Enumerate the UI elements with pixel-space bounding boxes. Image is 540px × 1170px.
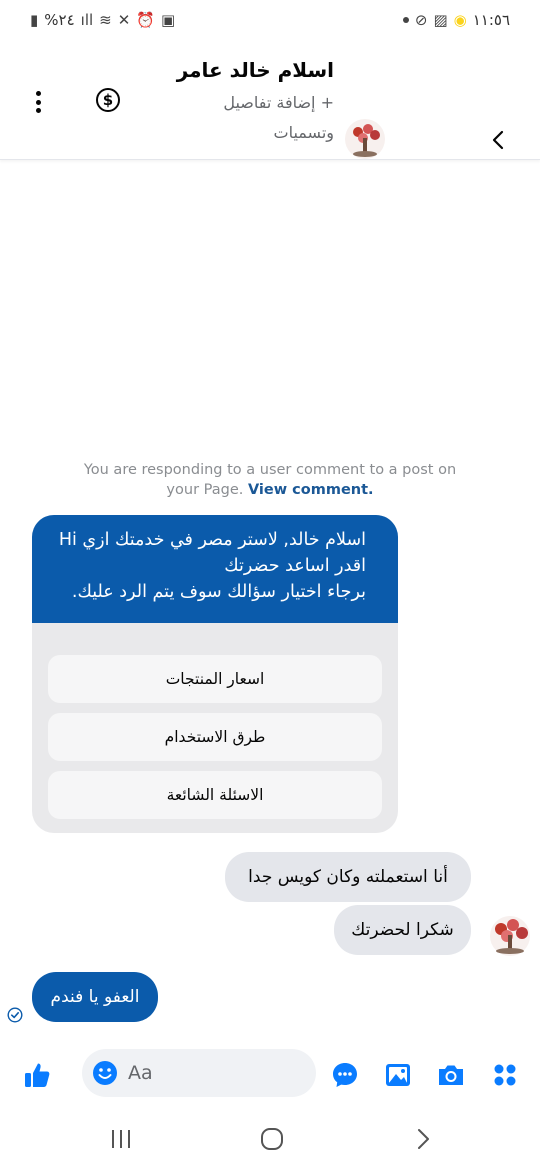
signal-icon: ıll (80, 10, 94, 29)
quick-reply-list: اسعار المنتجات طرق الاستخدام الاسئلة الش… (32, 623, 398, 819)
more-icon[interactable] (28, 88, 48, 116)
conversation-header: $ اسلام خالد عامر + إضافة تفاصيل وتسميات (0, 40, 540, 160)
view-comment-link[interactable]: View comment. (248, 482, 374, 498)
no-disturb-icon: ⊘ (414, 10, 428, 29)
wifi-icon: ≋ (99, 10, 112, 29)
alarm-icon: ⏰ (136, 10, 156, 29)
dollar-icon[interactable]: $ (96, 88, 120, 112)
contact-avatar[interactable] (344, 118, 386, 160)
incoming-message[interactable]: أنا استعملته وكان كويس جدا (225, 852, 471, 902)
message-input[interactable] (128, 1049, 308, 1097)
comment-notice: You are responding to a user comment to … (80, 460, 460, 500)
add-details-link[interactable]: + إضافة تفاصيل وتسميات (204, 88, 334, 148)
delivered-check-icon (7, 1007, 23, 1023)
status-bar-left: ▮ %٢٤ ıll ≋ ✕ ⏰ ▣ (30, 11, 175, 29)
battery-icon: ▮ (30, 10, 39, 29)
message-composer (0, 1048, 540, 1100)
mute-icon: ✕ (117, 10, 131, 29)
camera-icon[interactable] (436, 1060, 466, 1090)
status-bar: ▮ %٢٤ ıll ≋ ✕ ⏰ ▣ ⊘ ▨ ◉ ١١:٥٦ (0, 0, 540, 40)
image-notification-icon: ▨ (433, 10, 448, 29)
quick-reply-button[interactable]: اسعار المنتجات (48, 655, 382, 703)
contact-name[interactable]: اسلام خالد عامر (177, 58, 334, 82)
apps-icon[interactable] (490, 1060, 520, 1090)
chat-bubble-icon[interactable] (330, 1060, 360, 1090)
bot-message: اسلام خالد, لاستر مصر في خدمتك ازي Hi اق… (32, 515, 398, 623)
quick-reply-button[interactable]: طرق الاستخدام (48, 713, 382, 761)
battery-percent: %٢٤ (44, 11, 75, 29)
home-icon[interactable] (257, 1126, 287, 1152)
whatsapp-icon: ◉ (453, 10, 467, 29)
status-time: ١١:٥٦ (472, 11, 510, 29)
gallery-icon[interactable] (383, 1060, 413, 1090)
system-navigation-bar (0, 1110, 540, 1170)
thumbs-up-icon[interactable] (22, 1060, 52, 1090)
bot-message-line: اقدر اساعد حضرتك (224, 556, 366, 576)
status-bar-right: ⊘ ▨ ◉ ١١:٥٦ (402, 10, 510, 29)
outgoing-message[interactable]: العفو يا فندم (32, 972, 158, 1022)
message-input-container[interactable] (82, 1049, 316, 1097)
bot-message-line: اسلام خالد, لاستر مصر في خدمتك ازي Hi (58, 530, 366, 550)
sender-avatar[interactable] (484, 915, 536, 957)
notification-dot-icon (402, 17, 409, 23)
quick-reply-button[interactable]: الاسئلة الشائعة (48, 771, 382, 819)
bot-message-card: اسلام خالد, لاستر مصر في خدمتك ازي Hi اق… (32, 515, 398, 833)
back-icon[interactable] (486, 128, 510, 152)
emoji-icon[interactable] (92, 1060, 118, 1086)
lock-icon: ▣ (161, 10, 176, 29)
bot-message-line: برجاء اختيار سؤالك سوف يتم الرد عليك. (71, 582, 366, 602)
incoming-message[interactable]: شكرا لحضرتك (334, 905, 471, 955)
recent-apps-icon[interactable] (106, 1126, 136, 1152)
nav-back-icon[interactable] (408, 1126, 438, 1152)
